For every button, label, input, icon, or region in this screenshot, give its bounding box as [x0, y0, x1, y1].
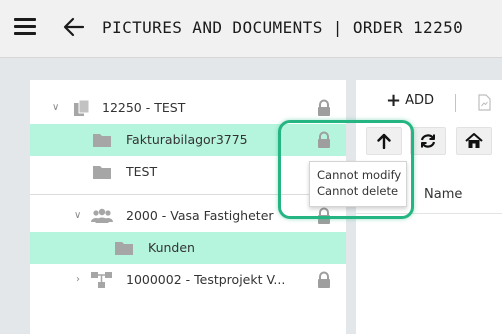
tree-row-vasa-fastigheter[interactable]: ∨ 2000 - Vasa Fastigheter: [30, 200, 346, 232]
folder-icon: [115, 242, 133, 255]
tree-row-order[interactable]: ∨ 12250 - TEST: [30, 92, 346, 124]
file-list-panel: + ADD Name: [356, 80, 502, 334]
tree-divider: [30, 194, 346, 195]
folder-tree: ∨ 12250 - TEST Fakturabilagor3775 TEST ∨: [30, 80, 346, 334]
up-folder-button[interactable]: [366, 127, 402, 155]
plus-icon: +: [386, 89, 402, 111]
lock-icon: [318, 99, 330, 116]
tree-row-label: Kunden: [148, 240, 195, 255]
header-divider: [356, 213, 502, 214]
name-column-header[interactable]: Name: [424, 187, 462, 202]
tree-row-label: Fakturabilagor3775: [126, 132, 248, 147]
tooltip-line-delete: Cannot delete: [317, 184, 399, 198]
page-title: PICTURES AND DOCUMENTS | ORDER 12250: [102, 18, 464, 37]
top-bar: PICTURES AND DOCUMENTS | ORDER 12250: [0, 0, 502, 58]
chevron-down-icon[interactable]: ∨: [52, 102, 59, 113]
tree-row-kunden[interactable]: Kunden: [30, 232, 346, 264]
documents-icon: [74, 99, 90, 116]
toolbar-separator: [455, 94, 456, 112]
refresh-icon: [420, 134, 436, 148]
add-button-label: ADD: [405, 93, 435, 108]
lock-icon: [318, 131, 330, 148]
users-icon: [91, 208, 113, 223]
tree-row-fakturabilagor[interactable]: Fakturabilagor3775: [30, 124, 346, 156]
tree-row-testprojekt[interactable]: › 1000002 - Testprojekt V...: [30, 264, 346, 296]
folder-icon: [93, 134, 111, 147]
chevron-right-icon[interactable]: ›: [76, 274, 80, 285]
arrow-left-icon[interactable]: [62, 14, 86, 40]
tree-row-label: TEST: [126, 164, 158, 179]
sitemap-icon: [91, 272, 112, 288]
tree-row-label: 2000 - Vasa Fastigheter: [126, 208, 274, 223]
tree-row-test[interactable]: TEST: [30, 156, 346, 188]
tree-row-label: 1000002 - Testprojekt V...: [126, 272, 286, 287]
home-button[interactable]: [456, 127, 492, 155]
hamburger-icon[interactable]: [14, 18, 36, 36]
lock-icon: [318, 207, 330, 224]
tree-row-label: 12250 - TEST: [102, 100, 186, 115]
arrow-up-icon: [377, 133, 391, 149]
chevron-down-icon[interactable]: ∨: [74, 210, 81, 221]
home-icon: [465, 133, 483, 148]
folder-icon: [93, 166, 111, 179]
add-button[interactable]: + ADD: [386, 89, 435, 111]
document-icon[interactable]: [478, 94, 491, 111]
tooltip-line-modify: Cannot modify: [317, 168, 402, 182]
refresh-button[interactable]: [410, 127, 446, 155]
permissions-tooltip: Cannot modify Cannot delete: [309, 161, 407, 207]
lock-icon: [318, 271, 330, 288]
